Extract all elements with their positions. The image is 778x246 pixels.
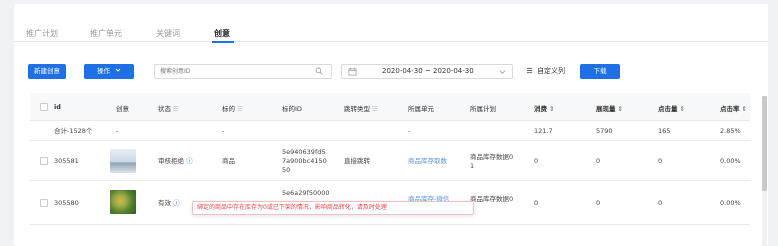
sort-icon[interactable]: ⇕: [680, 105, 685, 113]
vertical-scrollbar[interactable]: [762, 96, 767, 246]
column-header-id: id: [54, 103, 61, 111]
row-status: 有效 ⓘ: [158, 199, 180, 207]
creative-thumbnail[interactable]: [110, 190, 136, 214]
column-header-unit: 所属单元: [408, 105, 434, 113]
info-icon[interactable]: ⓘ: [173, 199, 180, 207]
scrollbar-thumb[interactable]: [762, 96, 767, 191]
active-tab-indicator: [212, 41, 234, 43]
table-header: id 创意 状态 ☰ 标的 ☰ 标的ID 跳转类型 ☰ 所属单元 所属计划 消费 ⇕ 展…: [30, 93, 750, 121]
column-header-ctr[interactable]: 点击率 ⇕: [720, 103, 747, 113]
row-checkbox[interactable]: [40, 157, 48, 165]
row-unit-link[interactable]: 商品库存取数: [408, 157, 447, 166]
action-label: 操作: [96, 67, 110, 75]
custom-columns-label: 自定义列: [537, 67, 565, 75]
summary-impressions: 5790: [596, 127, 613, 135]
tab-campaign[interactable]: 推广计划: [26, 28, 58, 39]
row-clicks: 0: [658, 199, 663, 207]
summary-creative: -: [116, 127, 119, 135]
row-clicks: 0: [658, 157, 663, 165]
row-plan: 商品库存数据0 1: [470, 195, 514, 212]
new-creative-button[interactable]: 新建创意: [28, 64, 66, 79]
search-icon[interactable]: [315, 67, 323, 75]
download-button[interactable]: 下载: [580, 64, 620, 79]
column-header-clicks[interactable]: 点击量 ⇕: [658, 103, 685, 113]
column-header-target-id: 标的ID: [282, 105, 302, 113]
date-range-picker[interactable]: 2020-04-30 ~ 2020-04-30: [341, 64, 513, 79]
row-id: 305581: [54, 157, 79, 165]
tab-bar: 推广计划 推广单元 关键词 创意: [14, 4, 768, 43]
row-ctr: 0.00%: [720, 157, 741, 165]
column-header-target[interactable]: 标的 ☰: [222, 103, 243, 113]
summary-count: 合计-1528个: [54, 127, 93, 135]
filter-icon[interactable]: ☰: [237, 105, 243, 113]
column-header-creative: 创意: [116, 105, 129, 113]
row-spend: 0: [534, 199, 539, 207]
row-id: 305580: [54, 199, 79, 207]
chevron-down-icon: [115, 68, 121, 72]
tab-keyword[interactable]: 关键词: [156, 28, 180, 39]
row-ctr: 0.00%: [720, 199, 741, 207]
row-impressions: 0: [596, 199, 601, 207]
summary-spend: 121.7: [534, 127, 553, 135]
column-settings-icon: [526, 67, 533, 74]
table-row[interactable]: 305581 审核拒绝 ⓘ 商品 5e940639fd5 7a900bc4150…: [30, 141, 750, 181]
summary-target: -: [222, 127, 225, 135]
column-header-jump-type[interactable]: 跳转类型 ☰: [344, 103, 378, 113]
row-spend: 0: [534, 157, 539, 165]
sort-icon[interactable]: ⇕: [549, 105, 554, 113]
tab-ad-unit[interactable]: 推广单元: [90, 28, 122, 39]
custom-columns-button[interactable]: 自定义列: [526, 64, 565, 79]
filter-icon[interactable]: ☰: [173, 105, 179, 113]
row-target-id: 5e940639fd5 7a900bc4150 50: [282, 148, 327, 174]
select-all-checkbox[interactable]: [40, 103, 48, 111]
chevron-down-icon: [499, 70, 506, 74]
row-status: 审核拒绝 ⓘ: [158, 157, 193, 165]
action-dropdown-button[interactable]: 操作: [84, 64, 134, 79]
creative-thumbnail[interactable]: [110, 149, 136, 173]
row-target: 商品: [222, 157, 235, 165]
column-header-status[interactable]: 状态 ☰: [158, 103, 179, 113]
search-input[interactable]: [155, 65, 305, 78]
summary-ctr: 2.85%: [720, 127, 741, 135]
filter-icon[interactable]: ☰: [372, 105, 378, 113]
sort-icon[interactable]: ⇕: [618, 105, 623, 113]
main-card: 推广计划 推广单元 关键词 创意 新建创意 操作 2020-04-30 ~ 20…: [14, 4, 768, 246]
row-jump-type: 直接跳转: [344, 157, 370, 165]
date-range-value: 2020-04-30 ~ 2020-04-30: [382, 67, 474, 75]
row-plan: 商品库存数据0 1: [470, 153, 514, 170]
info-icon[interactable]: ⓘ: [186, 157, 193, 165]
stock-warning-tooltip: 绑定的商品中存在库存为0或已下架的情况，影响商品转化，请及时处理: [192, 201, 474, 215]
summary-clicks: 165: [658, 127, 671, 135]
column-header-plan: 所属计划: [470, 105, 496, 113]
summary-row: 合计-1528个 - - - 121.7 5790 165 2.85%: [30, 121, 750, 141]
row-checkbox[interactable]: [40, 199, 48, 207]
search-box: [154, 64, 332, 79]
row-impressions: 0: [596, 157, 601, 165]
sort-icon[interactable]: ⇕: [742, 105, 747, 113]
column-header-spend[interactable]: 消费 ⇕: [534, 103, 554, 113]
calendar-icon: [348, 67, 357, 76]
column-header-impressions[interactable]: 展现量 ⇕: [596, 103, 623, 113]
tab-creative[interactable]: 创意: [214, 28, 230, 39]
summary-unit: -: [408, 127, 411, 135]
